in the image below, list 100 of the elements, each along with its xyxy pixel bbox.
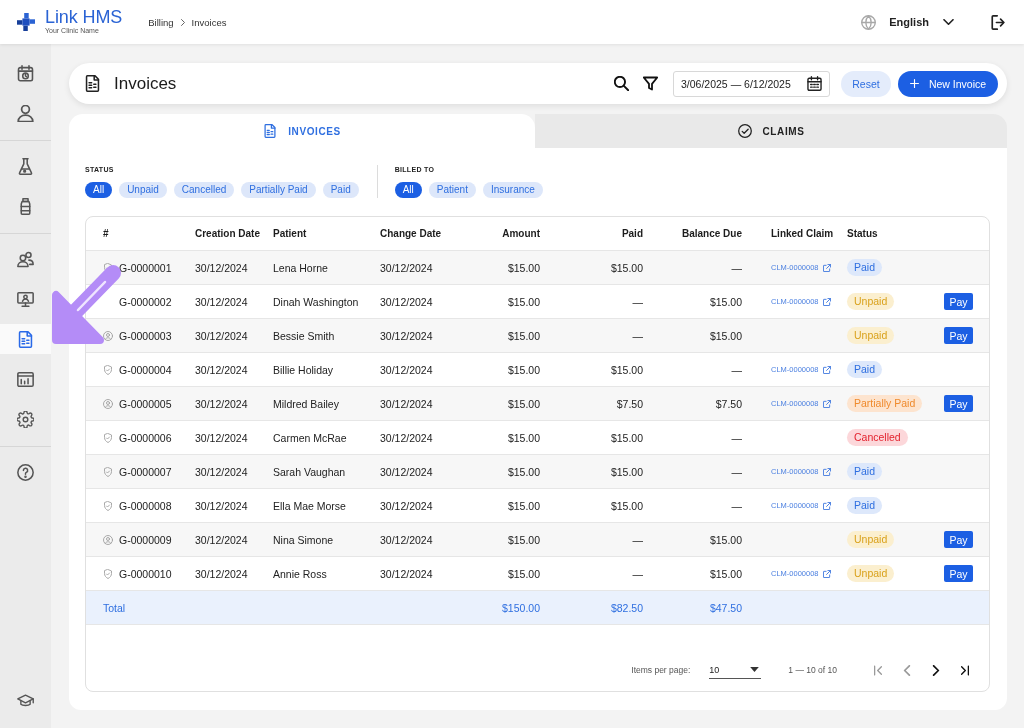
- filter-chip[interactable]: Paid: [322, 182, 359, 198]
- filter-chip[interactable]: Patient: [428, 182, 476, 198]
- status-badge: Unpaid: [847, 565, 895, 582]
- app-name: Link HMS: [45, 9, 123, 26]
- shield-icon: [103, 364, 113, 375]
- page-size-select[interactable]: 10: [709, 661, 762, 679]
- tab[interactable]: CLAIMS: [535, 114, 1007, 148]
- calendar-icon[interactable]: [807, 76, 822, 91]
- caret-down-icon: [750, 667, 760, 672]
- invoice-number: G-0000001: [119, 261, 172, 274]
- table-cell-text: 30/12/2024: [195, 329, 249, 342]
- chevron-right-icon: [180, 18, 185, 26]
- status-badge: Paid: [847, 497, 882, 514]
- external-link-icon: [822, 365, 831, 374]
- filter-chip[interactable]: Partially Paid: [241, 182, 316, 198]
- table-cell-text: Sarah Vaughan: [273, 465, 347, 478]
- table-cell-text: Mildred Bailey: [273, 397, 340, 410]
- person-circle-icon: [103, 534, 113, 545]
- column-header: Amount: [501, 228, 541, 239]
- status-badge: Unpaid: [847, 293, 895, 310]
- invoice-number: G-0000008: [119, 499, 172, 512]
- table-cell-text: Lena Horne: [273, 261, 329, 274]
- total-label: Total: [102, 601, 127, 614]
- table-cell-text: 30/12/2024: [380, 363, 434, 376]
- column-header: Change Date: [380, 228, 443, 239]
- status-badge: Partially Paid: [847, 395, 923, 412]
- invoice-number: G-0000003: [119, 329, 172, 342]
- total-cell-text: $150.00: [501, 601, 541, 614]
- pay-button[interactable]: Pay: [944, 531, 973, 548]
- external-link-icon: [822, 263, 831, 272]
- filter-chip[interactable]: Unpaid: [119, 182, 167, 198]
- table-cell-text: $7.50: [714, 397, 743, 410]
- filter-chip[interactable]: All: [394, 182, 422, 198]
- help-icon: [17, 463, 34, 481]
- bottle-icon: [17, 197, 34, 215]
- table-cell-text: $15.00: [609, 431, 644, 444]
- filter-chip[interactable]: All: [85, 182, 113, 198]
- invoice-number: G-0000010: [119, 567, 172, 580]
- table-cell-text: $15.00: [609, 261, 644, 274]
- globe-icon: [861, 14, 877, 30]
- table-cell-text: Dinah Washington: [273, 295, 360, 308]
- column-header: Paid: [620, 228, 644, 239]
- table-cell-text: 30/12/2024: [195, 431, 249, 444]
- logo-icon: [17, 13, 35, 31]
- table-cell-text: 30/12/2024: [380, 465, 434, 478]
- table-cell-text: —: [730, 499, 743, 512]
- filter-chip[interactable]: Cancelled: [173, 182, 235, 198]
- table-cell-text: $15.00: [609, 465, 644, 478]
- shield-icon: [103, 432, 113, 443]
- table-cell-text: Bessie Smith: [273, 329, 336, 342]
- external-link-icon: [822, 297, 831, 306]
- document-icon: [263, 124, 278, 138]
- table-cell-text: $15.00: [708, 567, 743, 580]
- table-cell-text: $15.00: [506, 431, 541, 444]
- graduation-cap-icon: [17, 691, 34, 709]
- table-cell-text: —: [631, 295, 644, 308]
- pay-button[interactable]: Pay: [944, 565, 973, 582]
- calendar-clock-icon: [17, 64, 34, 82]
- filter-chip[interactable]: Insurance: [482, 182, 543, 198]
- table-cell-text: $15.00: [506, 363, 541, 376]
- table-cell-text: 30/12/2024: [195, 295, 249, 308]
- table-cell-text: 30/12/2024: [195, 363, 249, 376]
- tab[interactable]: INVOICES: [69, 114, 535, 148]
- table-cell-text: $7.50: [615, 397, 644, 410]
- table-cell-text: $15.00: [609, 499, 644, 512]
- column-header: Patient: [273, 228, 308, 239]
- chevron-left-icon: [903, 664, 911, 676]
- shield-icon: [103, 466, 113, 477]
- status-badge: Unpaid: [847, 531, 895, 548]
- table-cell-text: 30/12/2024: [195, 397, 249, 410]
- pay-button[interactable]: Pay: [944, 327, 973, 344]
- invoice-number: G-0000002: [119, 295, 172, 308]
- document-icon: [17, 330, 34, 348]
- pay-button[interactable]: Pay: [944, 395, 973, 412]
- sidebar-item[interactable]: [0, 324, 51, 354]
- check-circle-icon: [737, 124, 752, 138]
- external-link-icon: [822, 501, 831, 510]
- table-cell-text: $15.00: [708, 533, 743, 546]
- last-page-icon: [961, 664, 969, 676]
- table-cell-text: —: [730, 261, 743, 274]
- chevron-right-icon: [932, 664, 940, 676]
- shield-icon: [103, 500, 113, 511]
- table-cell-text: —: [631, 567, 644, 580]
- table-cell-text: 30/12/2024: [380, 397, 434, 410]
- table-cell-text: 30/12/2024: [195, 261, 249, 274]
- table-cell-text: $15.00: [506, 499, 541, 512]
- reset-button[interactable]: Reset: [841, 70, 891, 97]
- external-link-icon: [822, 467, 831, 476]
- language-selector[interactable]: English: [861, 9, 954, 35]
- status-badge: Paid: [847, 463, 882, 480]
- new-invoice-button[interactable]: New Invoice: [898, 70, 998, 97]
- breadcrumb-link[interactable]: Billing: [148, 16, 174, 28]
- page-title: Invoices: [114, 73, 177, 94]
- person-circle-icon: [103, 398, 113, 409]
- invoice-number: G-0000006: [119, 431, 172, 444]
- table-cell-text: Ella Mae Morse: [273, 499, 347, 512]
- date-range-field[interactable]: 3/06/2025 — 6/12/2025: [673, 70, 830, 97]
- person-circle-icon: [103, 330, 113, 341]
- table-cell-text: $15.00: [506, 465, 541, 478]
- pay-button[interactable]: Pay: [944, 293, 973, 310]
